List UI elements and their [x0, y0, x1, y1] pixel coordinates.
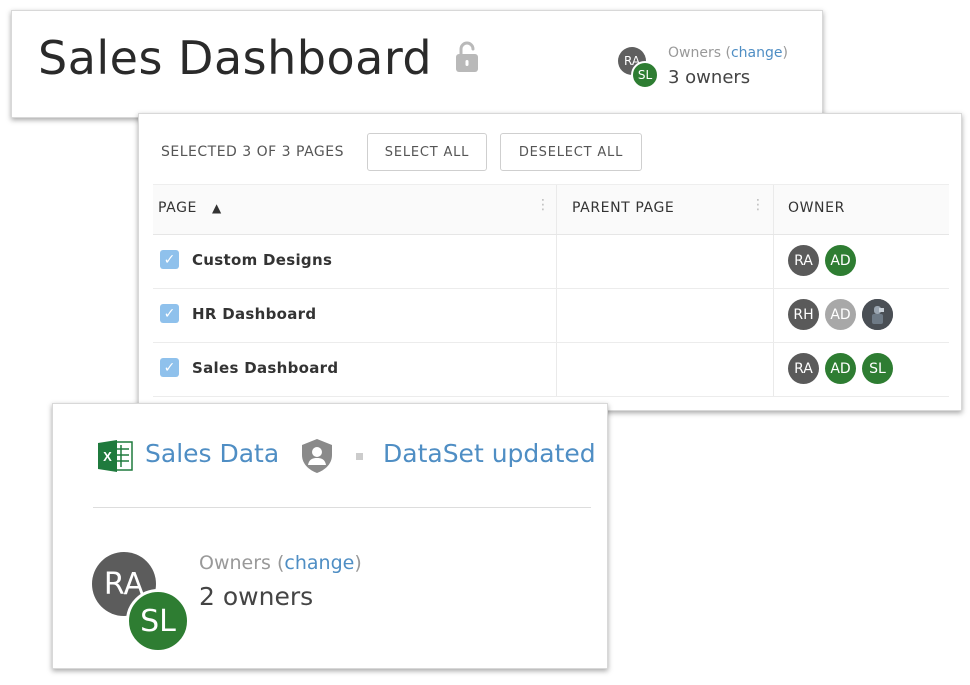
pages-table: PAGE ▲ ⋮ PARENT PAGE ⋮ OWNER ✓ Custom De…: [153, 184, 949, 397]
avatar: SL: [631, 61, 659, 89]
excel-file-icon: X: [97, 439, 133, 478]
column-header-owner[interactable]: OWNER: [788, 200, 845, 216]
column-menu-icon[interactable]: ⋮: [536, 197, 550, 211]
separator-dot: [356, 453, 363, 460]
page-name: Sales Dashboard: [192, 359, 339, 377]
avatar: AD: [825, 353, 856, 384]
row-checkbox[interactable]: ✓: [160, 304, 179, 323]
owners-count: 3 owners: [668, 67, 751, 88]
column-divider: [773, 185, 774, 234]
avatar: SL: [126, 589, 190, 653]
column-header-parent-page[interactable]: PARENT PAGE: [572, 200, 674, 216]
avatar: AD: [825, 299, 856, 330]
owners-count: 2 owners: [199, 582, 314, 611]
avatar: SL: [862, 353, 893, 384]
column-header-page[interactable]: PAGE ▲: [158, 200, 222, 216]
column-divider: [773, 289, 774, 342]
column-divider: [556, 235, 557, 288]
dashboard-owners: RA SL Owners (change) 3 owners: [618, 45, 818, 91]
owners-label-text: Owners: [199, 552, 271, 574]
avatar: AD: [825, 245, 856, 276]
table-row[interactable]: ✓ Sales Dashboard RA AD SL: [153, 343, 949, 397]
column-divider: [773, 343, 774, 396]
dataset-name-link[interactable]: Sales Data: [145, 439, 279, 468]
dataset-status-link[interactable]: DataSet updated: [383, 439, 596, 468]
column-divider: [556, 343, 557, 396]
column-divider: [773, 235, 774, 288]
change-owners-link[interactable]: change: [284, 552, 354, 574]
change-owners-link[interactable]: change: [731, 45, 783, 61]
avatar: RH: [788, 299, 819, 330]
pages-panel: SELECTED 3 OF 3 PAGES SELECT ALL DESELEC…: [138, 113, 962, 411]
svg-text:X: X: [103, 449, 112, 464]
avatar: RA: [788, 245, 819, 276]
row-checkbox[interactable]: ✓: [160, 250, 179, 269]
sort-ascending-icon: ▲: [212, 201, 222, 215]
column-divider: [556, 289, 557, 342]
owners-label: Owners (change): [199, 552, 362, 574]
page-title: Sales Dashboard: [38, 31, 433, 85]
select-all-button[interactable]: SELECT ALL: [367, 133, 487, 171]
table-header: PAGE ▲ ⋮ PARENT PAGE ⋮ OWNER: [153, 184, 949, 235]
selection-status: SELECTED 3 OF 3 PAGES: [161, 144, 344, 160]
row-checkbox[interactable]: ✓: [160, 358, 179, 377]
user-photo-avatar: [862, 299, 893, 330]
column-divider: [556, 185, 557, 234]
owners-label: Owners (change): [668, 45, 788, 61]
column-header-page-label: PAGE: [158, 200, 197, 216]
certified-shield-icon: [299, 437, 335, 480]
page-name: Custom Designs: [192, 251, 333, 269]
column-menu-icon[interactable]: ⋮: [751, 197, 765, 211]
table-row[interactable]: ✓ HR Dashboard RH AD: [153, 289, 949, 343]
deselect-all-button[interactable]: DESELECT ALL: [500, 133, 642, 171]
dataset-card: X Sales Data DataSet updated RA SL Owner…: [52, 403, 608, 669]
owners-label-text: Owners: [668, 45, 722, 61]
dashboard-header-card: Sales Dashboard RA SL Owners (change) 3 …: [11, 10, 823, 118]
unlocked-padlock-icon[interactable]: [455, 41, 479, 78]
table-row[interactable]: ✓ Custom Designs RA AD: [153, 235, 949, 289]
divider: [93, 507, 591, 508]
avatar: RA: [788, 353, 819, 384]
page-name: HR Dashboard: [192, 305, 317, 323]
